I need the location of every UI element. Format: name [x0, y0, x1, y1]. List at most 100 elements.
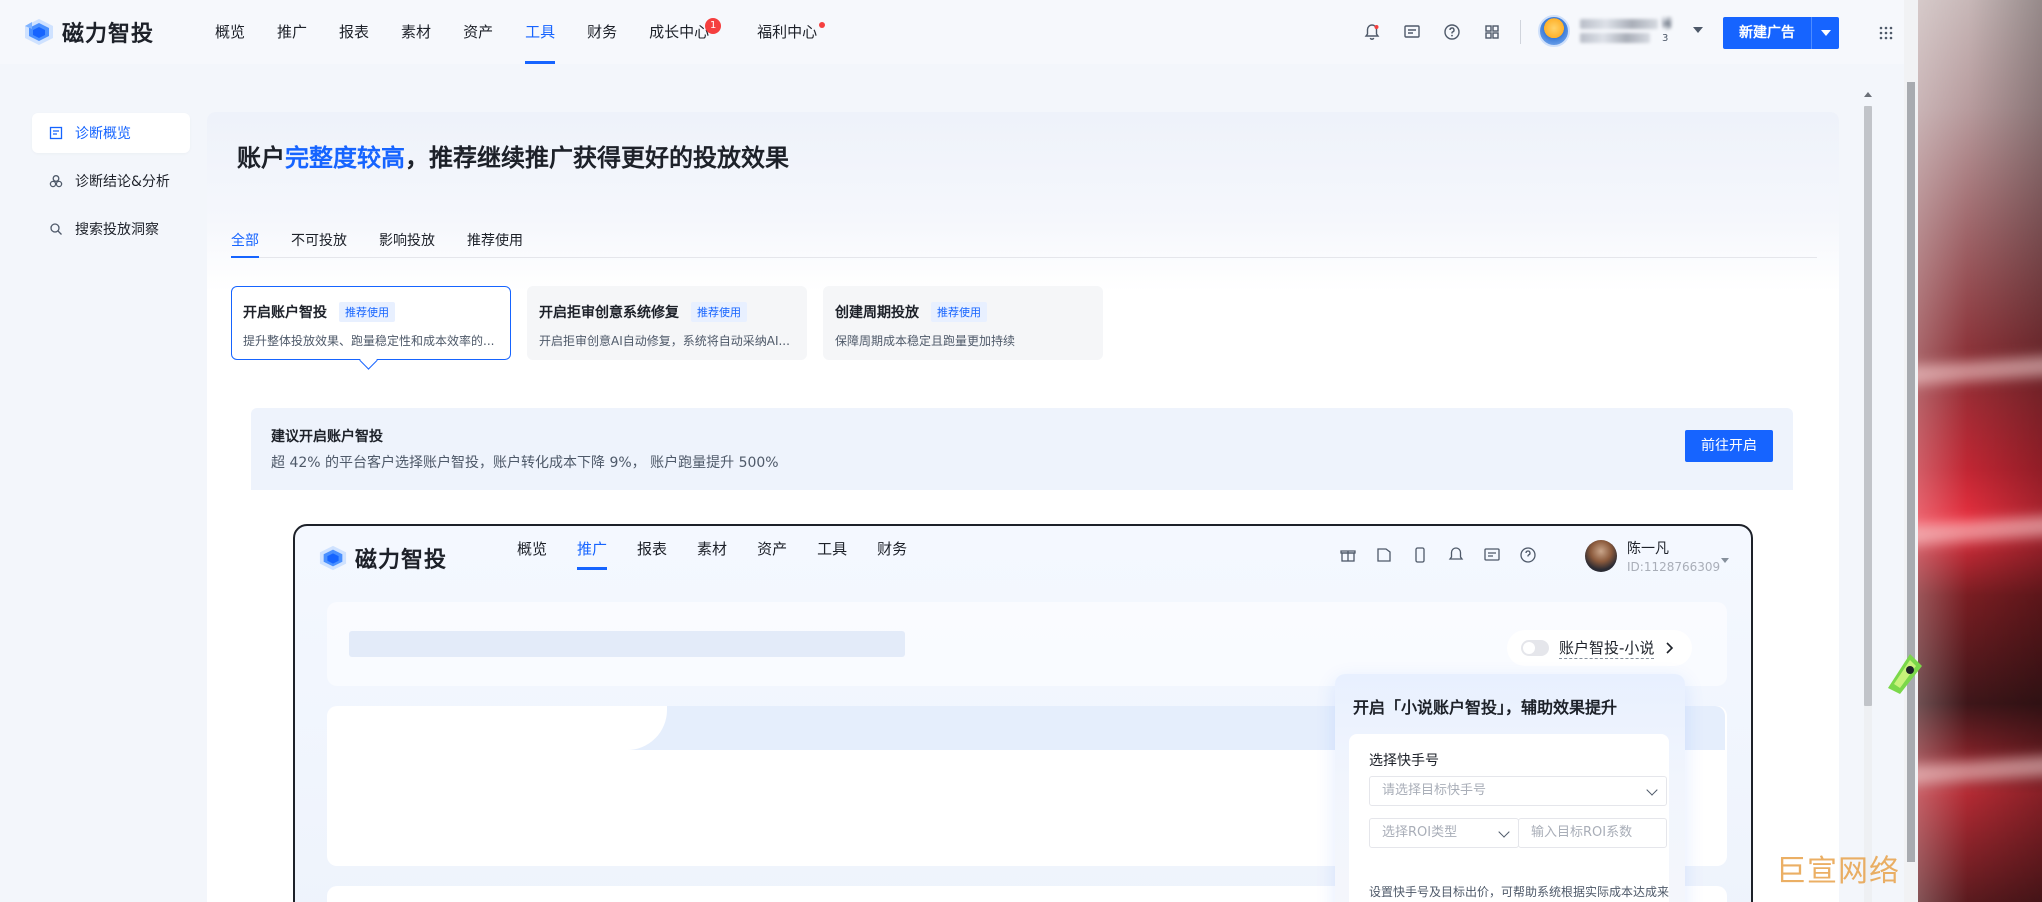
suggestion-card-cycle-delivery[interactable]: 创建周期投放 推荐使用 保障周期成本稳定且跑量更加持续: [823, 286, 1103, 360]
suggestion-card-account-smart[interactable]: 开启账户智投 推荐使用 提升整体投放效果、跑量稳定性和成本效率的...: [231, 286, 511, 360]
app-window: 磁力智投 概览 推广 报表 素材 资产 工具 财务 成长中心 1 福利中心 市 …: [0, 0, 1918, 902]
toggle-switch: [1521, 640, 1549, 656]
preview-nav-assets: 资产: [757, 540, 788, 558]
sidebar-item-label: 搜索投放洞察: [75, 222, 159, 238]
tab-recommended[interactable]: 推荐使用: [467, 216, 523, 257]
main-nav: 概览 推广 报表 素材 资产 工具 财务 成长中心 1 福利中心: [215, 0, 826, 64]
filter-tabs: 全部 不可投放 影响投放 推荐使用: [231, 216, 1817, 258]
brand-logo[interactable]: 磁力智投: [22, 16, 154, 48]
card-description: 提升整体投放效果、跑量稳定性和成本效率的...: [243, 334, 495, 348]
header-divider: [1520, 20, 1521, 44]
preview-nav-materials: 素材: [697, 540, 728, 558]
toggle-label: 账户智投-小说: [1559, 639, 1655, 659]
brand-logo-icon: [25, 19, 53, 45]
preview-brand-name: 磁力智投: [355, 548, 448, 573]
nav-item-overview[interactable]: 概览: [215, 0, 245, 64]
advice-description: 超 42% 的平台客户选择账户智投，账户转化成本下降 9%， 账户跑量提升 50…: [271, 455, 779, 471]
nav-item-welfare-center-label: 福利中心: [757, 23, 818, 41]
nav-item-reports[interactable]: 报表: [339, 0, 369, 64]
chevron-down-icon: [1498, 826, 1510, 838]
recommend-tag: 推荐使用: [931, 302, 987, 322]
user-id-fragment: 3: [1662, 33, 1669, 44]
help-icon[interactable]: [1442, 22, 1462, 42]
account-section-label: 选择快手号: [1369, 753, 1439, 769]
preview-avatar: [1585, 540, 1617, 572]
scrollbar-thumb[interactable]: [1864, 106, 1872, 706]
new-ad-button-group: 新建广告: [1723, 17, 1839, 49]
app-grid-icon[interactable]: [1482, 22, 1502, 42]
card-title-row: 开启拒审创意系统修复 推荐使用: [539, 302, 795, 322]
brand-name: 磁力智投: [62, 22, 155, 47]
card-title: 开启账户智投: [243, 305, 327, 321]
advice-banner: 建议开启账户智投 超 42% 的平台客户选择账户智投，账户转化成本下降 9%， …: [251, 408, 1793, 490]
card-title-row: 开启账户智投 推荐使用: [243, 302, 499, 322]
card-title-row: 创建周期投放 推荐使用: [835, 302, 1091, 322]
tab-not-deliverable[interactable]: 不可投放: [291, 216, 347, 257]
phone-icon: [1415, 547, 1425, 563]
preview-nav-reports: 报表: [637, 540, 668, 558]
window-scrollbar-thumb[interactable]: [1907, 82, 1915, 862]
card-title: 开启拒审创意系统修复: [539, 305, 679, 321]
nav-item-growth-center[interactable]: 成长中心 1: [649, 0, 722, 64]
go-enable-button[interactable]: 前往开启: [1685, 430, 1773, 462]
avatar: [1538, 15, 1570, 47]
preview-nav-overview: 概览: [517, 540, 548, 558]
preview-nav-tools: 工具: [817, 540, 848, 558]
tab-affects-delivery[interactable]: 影响投放: [379, 216, 435, 257]
account-select: 请选择目标快手号: [1369, 776, 1667, 806]
header-tools: [1362, 22, 1502, 42]
nav-item-materials[interactable]: 素材: [401, 0, 431, 64]
nav-item-tools[interactable]: 工具: [525, 0, 556, 64]
search-icon: [50, 223, 62, 235]
nav-item-promotion[interactable]: 推广: [277, 0, 307, 64]
content-scrollbar[interactable]: [1862, 88, 1874, 902]
popover-title: 开启「小说账户智投」，辅助效果提升: [1353, 698, 1618, 717]
user-menu[interactable]: 市 3: [1538, 15, 1672, 47]
tab-all[interactable]: 全部: [231, 216, 259, 258]
welfare-center-dot: [819, 22, 826, 28]
sidebar-item-diagnosis-analysis[interactable]: 诊断结论&分析: [32, 161, 190, 201]
sidebar-item-search-insight[interactable]: 搜索投放洞察: [32, 209, 190, 249]
new-ad-button[interactable]: 新建广告: [1723, 17, 1811, 49]
user-name-fragment: 市: [1662, 17, 1672, 32]
advice-title: 建议开启账户智投: [271, 429, 383, 445]
preview-nav-promotion: 推广: [577, 526, 608, 582]
preview-user-id: ID:1128766309: [1627, 560, 1721, 574]
preview-enable-popover: 开启「小说账户智投」，辅助效果提升 选择快手号 请选择目标快手号 选择ROI类型…: [1335, 674, 1685, 902]
window-scrollbar[interactable]: [1904, 0, 1918, 902]
photo-highlight: [1918, 353, 2042, 387]
overview-icon: [49, 126, 63, 140]
nav-item-growth-center-label: 成长中心: [649, 23, 710, 41]
new-ad-dropdown-button[interactable]: [1811, 17, 1839, 49]
nav-item-finance[interactable]: 财务: [587, 0, 617, 64]
placeholder-block: [349, 631, 547, 657]
feature-preview-illustration: 磁力智投 概览 推广 报表 素材 资产 工具 财务 陈一凡 ID:1128766…: [293, 524, 1753, 902]
more-apps-icon[interactable]: [1878, 25, 1894, 45]
sidebar-item-label: 诊断概览: [75, 126, 131, 142]
preview-smart-toggle: 账户智投-小说: [1507, 630, 1693, 666]
roi-value-input: 输入目标ROI系数: [1518, 818, 1667, 848]
preview-nav: 概览 推广 报表 素材 资产 工具 财务: [517, 526, 907, 586]
scroll-up-arrow[interactable]: [1864, 92, 1872, 97]
suggestion-card-creative-repair[interactable]: 开启拒审创意系统修复 推荐使用 开启拒审创意AI自动修复，系统将自动采纳AI..…: [527, 286, 807, 360]
roi-type-select: 选择ROI类型: [1369, 818, 1519, 848]
placeholder-block: [524, 631, 722, 657]
message-icon[interactable]: [1402, 22, 1422, 42]
placeholder-block: [707, 631, 905, 657]
nav-item-welfare-center[interactable]: 福利中心: [757, 0, 826, 64]
roi-type-placeholder: 选择ROI类型: [1382, 825, 1458, 840]
roi-value-placeholder: 输入目标ROI系数: [1531, 825, 1633, 840]
nav-item-assets[interactable]: 资产: [463, 0, 493, 64]
message-icon: [1484, 548, 1500, 561]
bell-icon[interactable]: [1362, 22, 1382, 42]
popover-hint: 设置快手号及目标出价，可帮助系统根据实际成本达成来实时调控单元出价或计划日预算: [1369, 885, 1670, 899]
green-sticker-icon: [1888, 654, 1922, 694]
sidebar: 诊断概览 诊断结论&分析 搜索投放洞察: [32, 113, 190, 257]
popover-body: 选择快手号 请选择目标快手号 选择ROI类型 输入目标ROI系数 设置快手号及目…: [1349, 734, 1669, 902]
preview-user: 陈一凡 ID:1128766309: [1585, 538, 1720, 574]
growth-center-badge: 1: [705, 18, 722, 34]
suggestion-cards: 开启账户智投 推荐使用 提升整体投放效果、跑量稳定性和成本效率的... 开启拒审…: [231, 286, 1103, 360]
user-menu-caret[interactable]: [1693, 27, 1703, 33]
headline-prefix: 账户: [237, 144, 285, 172]
sidebar-item-diagnosis-overview[interactable]: 诊断概览: [32, 113, 190, 153]
